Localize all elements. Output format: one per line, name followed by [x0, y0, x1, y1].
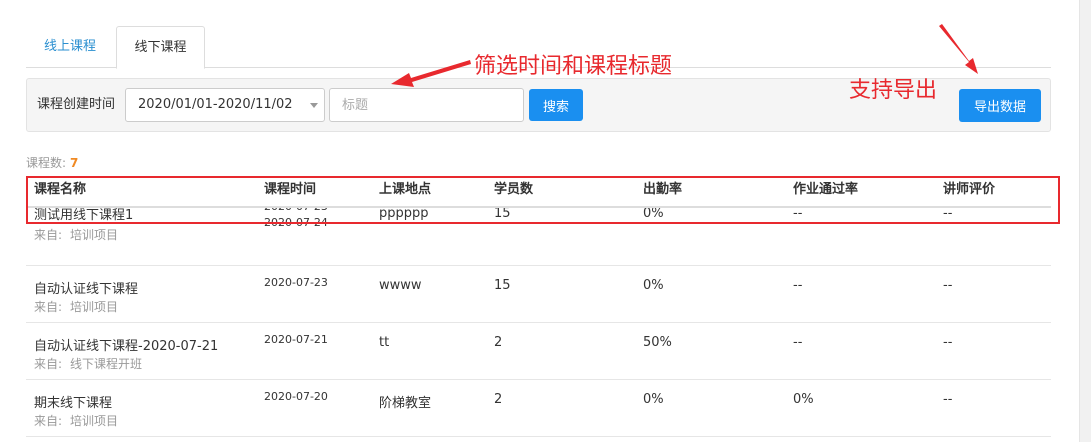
- source-value: 培训项目: [70, 414, 119, 428]
- course-dates: 2020-07-21: [264, 332, 328, 348]
- course-source: 来自: 线下课程开班: [34, 355, 142, 372]
- table-row[interactable]: 测试用线下课程1 来自: 培训项目 2020-07-232020-07-24 pp…: [26, 208, 1051, 266]
- course-homework-rate: 0%: [793, 392, 814, 407]
- course-date-start: 2020-07-23: [264, 208, 328, 215]
- date-range-select[interactable]: 2020/01/01-2020/11/02: [125, 88, 325, 122]
- title-search-input[interactable]: [329, 88, 524, 122]
- source-prefix: 来自:: [34, 300, 63, 314]
- course-name[interactable]: 自动认证线下课程-2020-07-21: [34, 335, 218, 354]
- tab-offline-courses[interactable]: 线下课程: [116, 26, 205, 69]
- course-source: 来自: 培训项目: [34, 226, 118, 243]
- course-dates: 2020-07-23: [264, 275, 328, 291]
- source-value: 培训项目: [70, 300, 119, 314]
- filter-label: 课程创建时间: [37, 97, 116, 112]
- course-attendance: 0%: [643, 278, 664, 293]
- course-dates: 2020-07-232020-07-24: [264, 208, 328, 231]
- course-count: 课程数: 7: [26, 154, 78, 171]
- course-homework-rate: --: [793, 278, 803, 293]
- chevron-down-icon: [310, 103, 318, 108]
- course-students: 2: [494, 335, 503, 350]
- export-data-button[interactable]: 导出数据: [959, 89, 1041, 122]
- table-row[interactable]: 期末线下课程 来自: 培训项目 2020-07-20 阶梯教室 2 0% 0% -…: [26, 380, 1051, 437]
- course-students: 15: [494, 278, 511, 293]
- course-students: 2: [494, 392, 503, 407]
- vertical-scrollbar[interactable]: [1079, 0, 1091, 442]
- header-course-time[interactable]: 课程时间: [264, 172, 316, 208]
- search-button[interactable]: 搜索: [529, 89, 583, 121]
- course-date-start: 2020-07-23: [264, 276, 328, 289]
- course-homework-rate: --: [793, 208, 803, 221]
- course-attendance: 0%: [643, 392, 664, 407]
- course-source: 来自: 培训项目: [34, 412, 118, 429]
- course-name[interactable]: 测试用线下课程1: [34, 208, 133, 223]
- course-rating: --: [943, 208, 953, 221]
- course-count-value: 7: [70, 156, 79, 170]
- course-table: 课程名称 课程时间 上课地点 学员数 出勤率 作业通过率 讲师评价 测试用线下课…: [26, 172, 1051, 437]
- export-annotation: 支持导出: [849, 78, 938, 103]
- header-location[interactable]: 上课地点: [379, 172, 431, 208]
- course-name[interactable]: 期末线下课程: [34, 392, 112, 411]
- course-homework-rate: --: [793, 335, 803, 350]
- course-date-start: 2020-07-20: [264, 390, 328, 403]
- course-dates: 2020-07-20: [264, 389, 328, 405]
- header-students[interactable]: 学员数: [494, 172, 533, 208]
- course-name[interactable]: 自动认证线下课程: [34, 278, 138, 297]
- date-range-value: 2020/01/01-2020/11/02: [138, 97, 293, 112]
- source-prefix: 来自:: [34, 357, 63, 371]
- course-date-end: 2020-07-24: [264, 216, 328, 229]
- course-rating: --: [943, 392, 953, 407]
- table-header: 课程名称 课程时间 上课地点 学员数 出勤率 作业通过率 讲师评价: [26, 172, 1051, 208]
- course-location: 阶梯教室: [379, 396, 432, 411]
- course-rating: --: [943, 335, 953, 350]
- course-location: tt: [379, 335, 390, 350]
- course-location: pppppp: [379, 208, 429, 221]
- course-source: 来自: 培训项目: [34, 298, 118, 315]
- table-row[interactable]: 自动认证线下课程 来自: 培训项目 2020-07-23 wwww 15 0% -…: [26, 266, 1051, 323]
- course-rating: --: [943, 278, 953, 293]
- source-prefix: 来自:: [34, 228, 63, 242]
- course-date-start: 2020-07-21: [264, 333, 328, 346]
- source-prefix: 来自:: [34, 414, 63, 428]
- course-attendance: 0%: [643, 208, 664, 221]
- course-location: wwww: [379, 278, 422, 293]
- course-count-label: 课程数:: [26, 156, 67, 170]
- header-course-name[interactable]: 课程名称: [34, 172, 86, 208]
- tab-online-courses[interactable]: 线上课程: [26, 26, 114, 68]
- filter-annotation: 筛选时间和课程标题: [474, 54, 673, 79]
- course-attendance: 50%: [643, 335, 672, 350]
- source-value: 线下课程开班: [70, 357, 143, 371]
- source-value: 培训项目: [70, 228, 119, 242]
- header-instructor-rating[interactable]: 讲师评价: [943, 172, 995, 208]
- header-attendance[interactable]: 出勤率: [643, 172, 682, 208]
- header-homework-pass-rate[interactable]: 作业通过率: [793, 172, 858, 208]
- table-row[interactable]: 自动认证线下课程-2020-07-21 来自: 线下课程开班 2020-07-21…: [26, 323, 1051, 380]
- course-students: 15: [494, 208, 511, 221]
